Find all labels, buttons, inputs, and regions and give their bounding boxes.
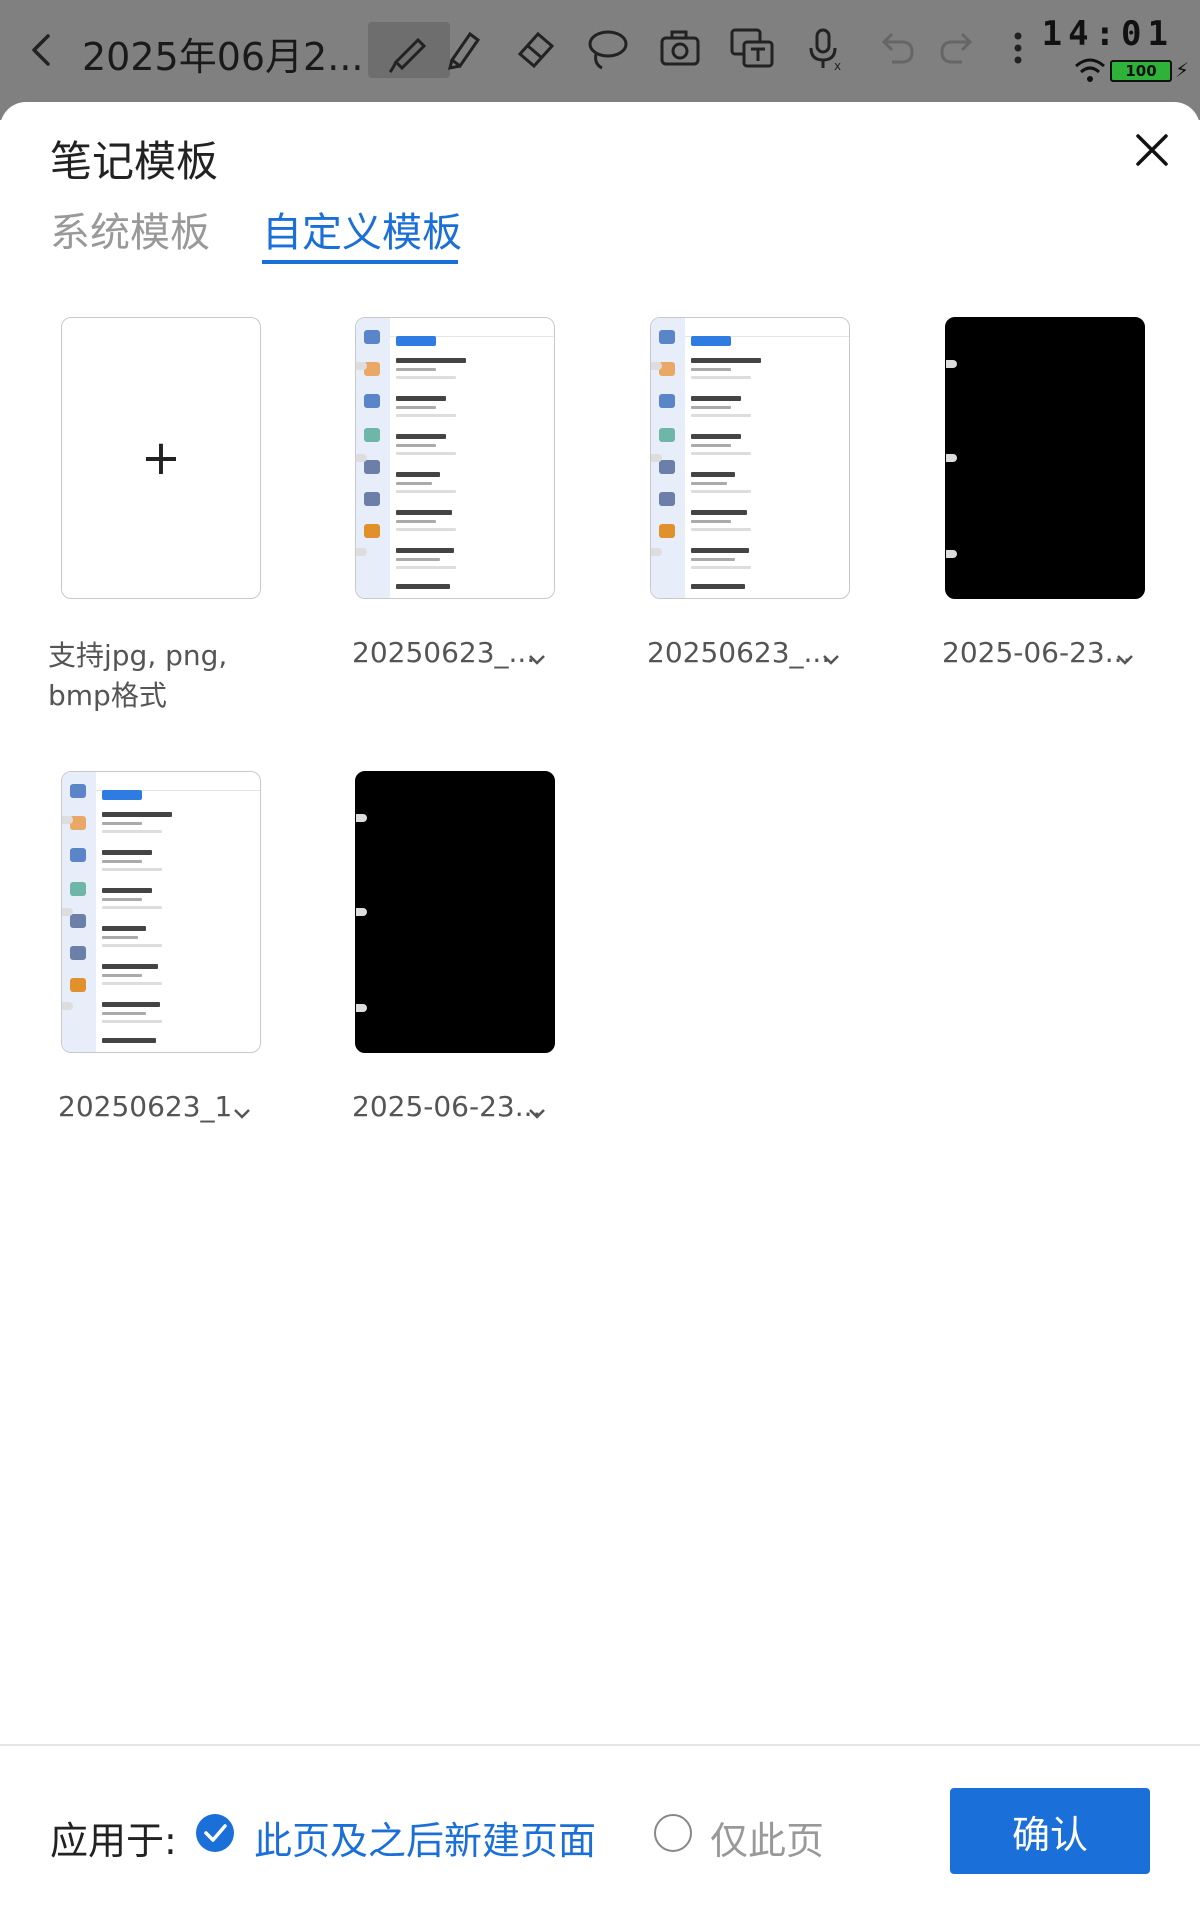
microphone-icon[interactable]: x	[800, 24, 848, 73]
confirm-button[interactable]: 确认	[950, 1788, 1150, 1874]
svg-text:x: x	[834, 59, 841, 72]
tab-system-templates[interactable]: 系统模板	[50, 200, 210, 258]
note-title[interactable]: 2025年06月2...	[82, 26, 363, 81]
brush-tool-icon[interactable]	[368, 22, 450, 78]
radio-this-page-only[interactable]	[654, 1814, 692, 1852]
camera-icon[interactable]	[656, 24, 704, 72]
template-caption: 20250623_1	[58, 1090, 233, 1123]
redo-icon[interactable]	[934, 24, 982, 72]
plus-icon: +	[140, 430, 182, 486]
clock: 14:01	[1041, 14, 1174, 54]
radio-all-pages-checked[interactable]	[196, 1814, 234, 1852]
template-thumbnail[interactable]	[650, 317, 850, 599]
sheet-title: 笔记模板	[50, 137, 219, 186]
highlighter-icon[interactable]	[440, 24, 488, 72]
chevron-down-icon[interactable]	[1116, 651, 1134, 665]
more-menu-icon[interactable]	[994, 24, 1042, 72]
apply-to-label: 应用于:	[50, 1819, 177, 1863]
template-caption: 2025-06-23...	[942, 636, 1132, 669]
close-icon[interactable]	[1134, 132, 1170, 168]
lasso-icon[interactable]	[584, 24, 632, 72]
chevron-down-icon[interactable]	[528, 1105, 546, 1119]
template-caption: 2025-06-23...	[352, 1090, 542, 1123]
template-caption: 支持jpg, png, bmp格式	[48, 639, 228, 712]
tab-custom-templates[interactable]: 自定义模板	[262, 200, 462, 258]
undo-icon[interactable]	[872, 24, 920, 72]
chevron-down-icon[interactable]	[822, 651, 840, 665]
template-thumbnail[interactable]	[355, 317, 555, 599]
footer-divider	[0, 1744, 1200, 1746]
template-thumbnail[interactable]	[945, 317, 1145, 599]
eraser-icon[interactable]	[512, 24, 560, 72]
template-thumbnail[interactable]	[355, 771, 555, 1053]
charging-icon: ⚡	[1175, 58, 1190, 82]
template-caption: 20250623_...	[352, 636, 536, 669]
back-arrow-icon[interactable]	[22, 28, 62, 72]
text-recognition-icon[interactable]	[728, 24, 776, 72]
chevron-down-icon[interactable]	[233, 1105, 251, 1119]
chevron-down-icon[interactable]	[528, 651, 546, 665]
add-template-tile[interactable]: +	[61, 317, 261, 599]
template-caption: 20250623_...	[647, 636, 831, 669]
option-this-page-only[interactable]: 仅此页	[710, 1810, 824, 1865]
template-thumbnail[interactable]	[61, 771, 261, 1053]
option-this-and-new-pages[interactable]: 此页及之后新建页面	[254, 1810, 596, 1865]
battery-icon: 100	[1110, 60, 1172, 82]
active-tab-indicator	[262, 260, 458, 264]
wifi-icon	[1073, 56, 1107, 84]
